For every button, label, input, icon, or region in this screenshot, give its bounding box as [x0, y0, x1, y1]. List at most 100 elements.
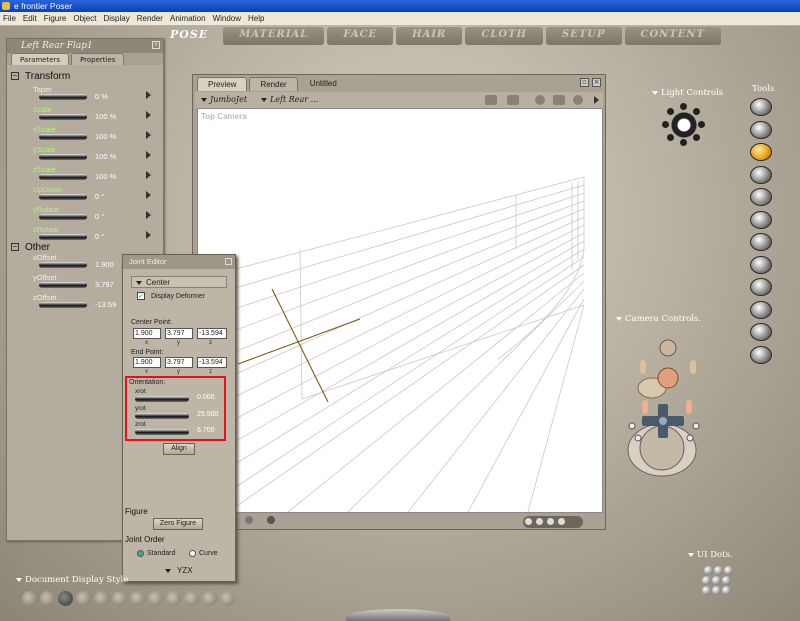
other-section[interactable]: − Other [11, 242, 50, 253]
end-point-z-input[interactable]: -13.594 [197, 357, 227, 368]
room-tab-face[interactable]: FACE [327, 27, 394, 45]
display-style-button[interactable] [76, 591, 91, 606]
menu-edit[interactable]: Edit [23, 12, 37, 25]
move-camera-icon[interactable] [553, 95, 565, 105]
center-point-x-input[interactable]: 1.900 [133, 328, 161, 339]
preview-canvas[interactable]: Top Camera [197, 108, 603, 513]
actor-select[interactable]: Left Rear ... [261, 95, 318, 104]
view-magnifier-tool-icon[interactable] [750, 300, 772, 319]
translate-in-out-tool-icon[interactable] [750, 165, 772, 184]
zrot-dial[interactable] [135, 429, 189, 435]
chain-break-tool-icon[interactable] [750, 233, 772, 251]
tab-parameters[interactable]: Parameters [11, 53, 70, 65]
standard-radio[interactable] [137, 550, 144, 557]
menu-display[interactable]: Display [104, 12, 130, 25]
menu-help[interactable]: Help [248, 12, 264, 25]
room-tab-hair[interactable]: HAIR [396, 27, 463, 45]
center-point-y-input[interactable]: 3.797 [165, 328, 193, 339]
parameter-value[interactable]: 100 % [95, 132, 116, 141]
parameter-dial[interactable] [39, 302, 87, 308]
ui-dot-icon[interactable] [714, 566, 723, 575]
scale-tool-icon[interactable] [750, 188, 772, 206]
display-style-button[interactable] [220, 591, 235, 606]
yrot-dial[interactable] [135, 413, 189, 419]
render-icon[interactable] [485, 95, 497, 105]
center-point-z-input[interactable]: -13.594 [197, 328, 227, 339]
end-point-y-input[interactable]: 3.797 [165, 357, 193, 368]
parameter-dial[interactable] [39, 114, 87, 120]
display-style-button[interactable] [22, 591, 37, 606]
parameter-dial[interactable] [39, 234, 87, 240]
parameter-dial[interactable] [39, 94, 87, 100]
display-deformer-checkbox[interactable]: ✓ [137, 292, 145, 300]
taper-tool-icon[interactable] [750, 210, 772, 229]
menu-animation[interactable]: Animation [170, 12, 206, 25]
light-dot-icon[interactable] [698, 121, 705, 128]
ui-dot-icon[interactable] [712, 586, 721, 595]
tab-preview[interactable]: Preview [197, 77, 248, 91]
room-tab-content[interactable]: CONTENT [624, 27, 721, 45]
light-dot-icon[interactable] [693, 134, 700, 141]
parameter-menu-arrow-icon[interactable] [146, 231, 151, 239]
room-tab-material[interactable]: MATERIAL [223, 27, 325, 45]
ui-dot-icon[interactable] [704, 566, 713, 575]
joint-editor-title[interactable]: Joint Editor [123, 255, 235, 269]
maximize-icon[interactable]: ▫ [580, 78, 589, 87]
parameter-value[interactable]: -13.59 [95, 300, 116, 309]
joint-order-select[interactable]: YZX [165, 566, 193, 575]
close-icon[interactable] [225, 258, 232, 265]
parameter-dial[interactable] [39, 174, 87, 180]
light-dot-icon[interactable] [667, 134, 674, 141]
ui-dot-icon[interactable] [724, 566, 733, 575]
ui-dots-label[interactable]: UI Dots. [688, 550, 733, 560]
light-controls-widget[interactable] [662, 103, 706, 147]
light-dot-icon[interactable] [693, 108, 700, 115]
ui-dot-icon[interactable] [722, 586, 731, 595]
parameter-dial[interactable] [39, 214, 87, 220]
display-style-button[interactable] [202, 591, 217, 606]
room-tab-cloth[interactable]: CLOTH [465, 27, 543, 45]
parameter-value[interactable]: 0 ° [95, 192, 104, 201]
xrot-dial[interactable] [135, 396, 189, 402]
parameter-menu-arrow-icon[interactable] [146, 131, 151, 139]
parameter-value[interactable]: 3.797 [95, 280, 114, 289]
display-style-button[interactable] [40, 591, 55, 606]
parameter-menu-arrow-icon[interactable] [146, 91, 151, 99]
camera-options-icon[interactable] [573, 95, 583, 105]
parameter-dial[interactable] [39, 134, 87, 140]
zero-figure-button[interactable]: Zero Figure [153, 518, 203, 530]
display-style-button[interactable] [94, 591, 109, 606]
camera-controls-widget[interactable] [620, 330, 724, 478]
light-dot-icon[interactable] [680, 103, 687, 110]
parameter-dial[interactable] [39, 154, 87, 160]
layout-icon[interactable] [507, 95, 519, 105]
tab-properties[interactable]: Properties [71, 53, 125, 65]
parameter-dial[interactable] [39, 282, 87, 288]
grouping-tool-icon[interactable] [750, 278, 772, 296]
menu-window[interactable]: Window [213, 12, 241, 25]
color-tool-icon[interactable] [750, 255, 772, 274]
display-style-button[interactable] [166, 591, 181, 606]
display-style-button[interactable] [112, 591, 127, 606]
light-dot-icon[interactable] [662, 121, 669, 128]
figure-select[interactable]: JumboJet [201, 95, 247, 104]
room-tab-pose[interactable]: POSE [168, 27, 220, 45]
display-style-button[interactable] [148, 591, 163, 606]
end-point-x-input[interactable]: 1.900 [133, 357, 161, 368]
parameter-menu-arrow-icon[interactable] [146, 191, 151, 199]
ui-dots-bar[interactable] [523, 516, 583, 528]
parameter-value[interactable]: 0 ° [95, 212, 104, 221]
menu-figure[interactable]: Figure [44, 12, 67, 25]
parameter-menu-arrow-icon[interactable] [146, 111, 151, 119]
parameter-value[interactable]: 0 ° [95, 232, 104, 241]
display-style-button[interactable] [58, 591, 73, 606]
room-tab-setup[interactable]: SETUP [545, 27, 622, 45]
ui-dot-icon[interactable] [702, 576, 711, 585]
parameter-menu-arrow-icon[interactable] [146, 151, 151, 159]
display-dot-icon[interactable] [267, 516, 275, 524]
light-dot-icon[interactable] [667, 108, 674, 115]
twist-tool-icon[interactable] [750, 120, 772, 139]
align-button[interactable]: Align [163, 443, 195, 455]
ui-dot-icon[interactable] [722, 576, 731, 585]
parameter-value[interactable]: 100 % [95, 112, 116, 121]
